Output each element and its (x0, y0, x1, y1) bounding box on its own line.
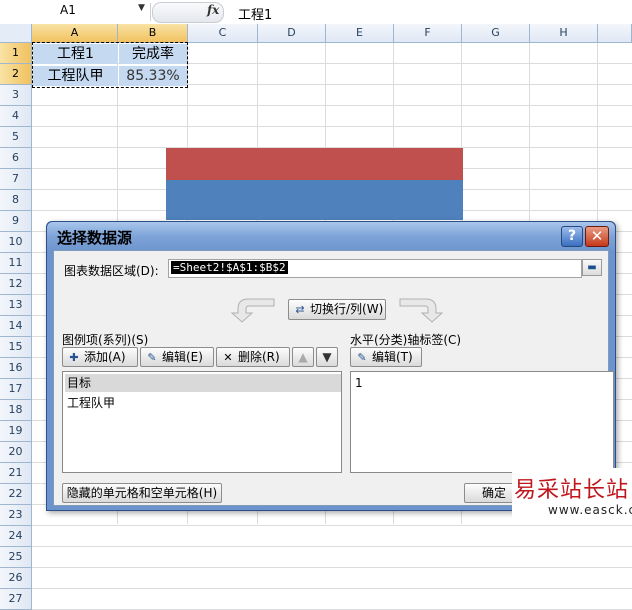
row-header-15[interactable]: 15 (0, 337, 32, 358)
column-header-h[interactable]: H (530, 24, 598, 43)
add-icon: ✚ (69, 351, 79, 364)
row-header-6[interactable]: 6 (0, 148, 32, 169)
curved-arrow-left-icon (230, 298, 275, 323)
chevron-down-icon[interactable]: ▼ (138, 3, 145, 13)
row-header-25[interactable]: 25 (0, 547, 32, 568)
formula-input[interactable]: 工程1 (238, 4, 272, 23)
copy-marquee (32, 42, 188, 88)
row-header-13[interactable]: 13 (0, 295, 32, 316)
data-range-value: =Sheet2!$A$1:$B$2 (171, 261, 288, 274)
edit-axis-labels-button[interactable]: ✎ 编辑(T) (350, 347, 422, 367)
add-series-label: 添加(A) (84, 350, 126, 364)
series-list-item[interactable]: 目标 (65, 374, 341, 392)
row-header-26[interactable]: 26 (0, 568, 32, 589)
row-header-24[interactable]: 24 (0, 526, 32, 547)
delete-icon: ✕ (223, 351, 233, 364)
axis-list-item[interactable]: 1 (353, 374, 611, 392)
formula-bar: A1 ▼ fx 工程1 (0, 0, 632, 25)
series-list[interactable]: 目标 工程队甲 (62, 371, 342, 473)
row-header-21[interactable]: 21 (0, 463, 32, 484)
row-grid-line (32, 105, 632, 106)
collapse-dialog-button[interactable]: ▬ (582, 259, 602, 276)
name-box-value: A1 (60, 3, 76, 17)
row-header-2[interactable]: 2 (0, 64, 32, 85)
watermark-url: www.easck.com (548, 503, 632, 517)
row-header-7[interactable]: 7 (0, 169, 32, 190)
switch-row-column-button[interactable]: ⇄ 切换行/列(W) (288, 299, 386, 320)
row-header-17[interactable]: 17 (0, 379, 32, 400)
column-header-b[interactable]: B (118, 24, 188, 43)
curved-arrow-right-icon (399, 298, 444, 323)
row-grid-line (32, 546, 632, 547)
chart-bar-series-1[interactable] (166, 148, 463, 180)
row-header-27[interactable]: 27 (0, 589, 32, 610)
row-header-22[interactable]: 22 (0, 484, 32, 505)
data-range-label: 图表数据区域(D): (64, 264, 159, 278)
row-grid-line (32, 525, 632, 526)
row-header-16[interactable]: 16 (0, 358, 32, 379)
data-range-input[interactable]: =Sheet2!$A$1:$B$2 (168, 259, 582, 278)
help-button[interactable]: ? (561, 226, 583, 247)
axis-labels-list[interactable]: 1 (350, 371, 614, 473)
row-header-11[interactable]: 11 (0, 253, 32, 274)
series-list-item[interactable]: 工程队甲 (65, 394, 341, 412)
row-header-19[interactable]: 19 (0, 421, 32, 442)
dialog-title: 选择数据源 (57, 229, 133, 247)
row-header-8[interactable]: 8 (0, 190, 32, 211)
switch-icon: ⇄ (295, 303, 305, 316)
column-header-e[interactable]: E (326, 24, 394, 43)
add-series-button[interactable]: ✚ 添加(A) (62, 347, 138, 367)
select-all-corner[interactable] (0, 24, 32, 43)
row-header-3[interactable]: 3 (0, 85, 32, 106)
row-header-23[interactable]: 23 (0, 505, 32, 526)
row-header-20[interactable]: 20 (0, 442, 32, 463)
dialog-titlebar[interactable]: 选择数据源 ? ✕ (47, 222, 615, 250)
switch-row-column-label: 切换行/列(W) (310, 302, 384, 316)
watermark-title: 易采站长站 (514, 478, 630, 503)
triangle-up-icon: ▲ (298, 350, 308, 364)
edit-axis-labels-label: 编辑(T) (372, 350, 413, 364)
column-header-c[interactable]: C (188, 24, 258, 43)
column-header-a[interactable]: A (32, 24, 118, 43)
edit-series-label: 编辑(E) (162, 350, 203, 364)
delete-series-button[interactable]: ✕ 删除(R) (216, 347, 290, 367)
row-header-4[interactable]: 4 (0, 106, 32, 127)
hidden-empty-cells-button[interactable]: 隐藏的单元格和空单元格(H) (62, 483, 222, 503)
move-down-button[interactable]: ▼ (316, 347, 338, 367)
insert-function-icon[interactable]: fx (207, 3, 219, 17)
row-header-10[interactable]: 10 (0, 232, 32, 253)
row-grid-line (32, 588, 632, 589)
axis-labels-label: 水平(分类)轴标签(C) (350, 333, 462, 347)
chart-bar-series-2[interactable] (166, 180, 463, 220)
row-header-5[interactable]: 5 (0, 127, 32, 148)
row-header-1[interactable]: 1 (0, 43, 32, 64)
legend-entries-label: 图例项(系列)(S) (62, 333, 149, 347)
column-header-g[interactable]: G (462, 24, 530, 43)
triangle-down-icon: ▼ (322, 350, 332, 364)
column-header-d[interactable]: D (258, 24, 326, 43)
row-header-18[interactable]: 18 (0, 400, 32, 421)
edit-icon: ✎ (357, 351, 367, 364)
row-header-9[interactable]: 9 (0, 211, 32, 232)
column-header-f[interactable]: F (394, 24, 462, 43)
close-button[interactable]: ✕ (585, 226, 609, 247)
row-header-12[interactable]: 12 (0, 274, 32, 295)
edit-series-button[interactable]: ✎ 编辑(E) (140, 347, 214, 367)
row-grid-line (32, 126, 632, 127)
row-header-14[interactable]: 14 (0, 316, 32, 337)
column-header-next[interactable] (598, 24, 632, 43)
edit-icon: ✎ (147, 351, 157, 364)
move-up-button[interactable]: ▲ (292, 347, 314, 367)
delete-series-label: 删除(R) (238, 350, 280, 364)
row-grid-line (32, 567, 632, 568)
